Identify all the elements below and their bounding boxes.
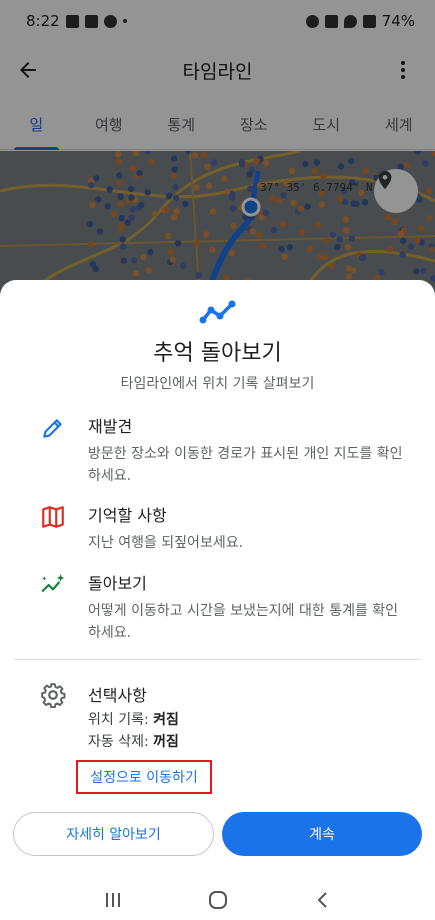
go-to-settings-link[interactable]: 설정으로 이동하기 [76,760,212,794]
feature-title: 돌아보기 [88,574,147,593]
feature-insights: 돌아보기 어떻게 이동하고 시간을 보냈는지에 대한 통계를 확인하세요. [40,570,400,641]
feature-title: 기억할 사항 [88,506,167,525]
recent-apps-button[interactable] [93,880,133,920]
feature-description: 지난 여행을 되짚어보세요. [88,535,244,551]
system-back-button[interactable] [303,880,343,920]
location-history-value: 켜짐 [153,712,179,728]
divider [14,659,421,660]
location-history-status: 위치 기록: 켜짐 [88,709,179,729]
scrim-overlay[interactable] [0,0,435,300]
feature-description: 방문한 장소와 이동한 경로가 표시된 개인 지도를 확인하세요. [88,446,403,484]
feature-description: 어떻게 이동하고 시간을 보냈는지에 대한 통계를 확인하세요. [88,603,399,641]
sparkle-trend-icon [41,574,65,593]
auto-delete-label: 자동 삭제: [88,734,149,750]
auto-delete-status: 자동 삭제: 꺼짐 [88,731,179,751]
options-title: 선택사항 [88,686,147,705]
map-icon [42,506,64,528]
bottom-sheet: 추억 돌아보기 타임라인에서 위치 기록 살펴보기 재발견 방문한 장소와 이동… [0,280,435,920]
sheet-subtitle: 타임라인에서 위치 기록 살펴보기 [120,376,315,392]
learn-more-button[interactable]: 자세히 알아보기 [13,812,214,856]
system-nav-bar [0,880,435,920]
sheet-title: 추억 돌아보기 [153,341,282,366]
continue-button[interactable]: 계속 [222,812,422,856]
feature-rediscover: 재발견 방문한 장소와 이동한 경로가 표시된 개인 지도를 확인하세요. [40,413,403,484]
feature-title: 재발견 [88,417,133,436]
chevron-left-icon [317,892,327,908]
home-button[interactable] [198,880,238,920]
recent-apps-icon [105,893,120,907]
auto-delete-value: 꺼짐 [153,734,179,750]
options-section: 선택사항 [40,682,400,706]
timeline-trend-icon [199,298,237,330]
location-history-label: 위치 기록: [88,712,149,728]
feature-memories: 기억할 사항 지난 여행을 되짚어보세요. [40,502,400,552]
pencil-icon [43,419,62,438]
home-icon [208,891,227,909]
